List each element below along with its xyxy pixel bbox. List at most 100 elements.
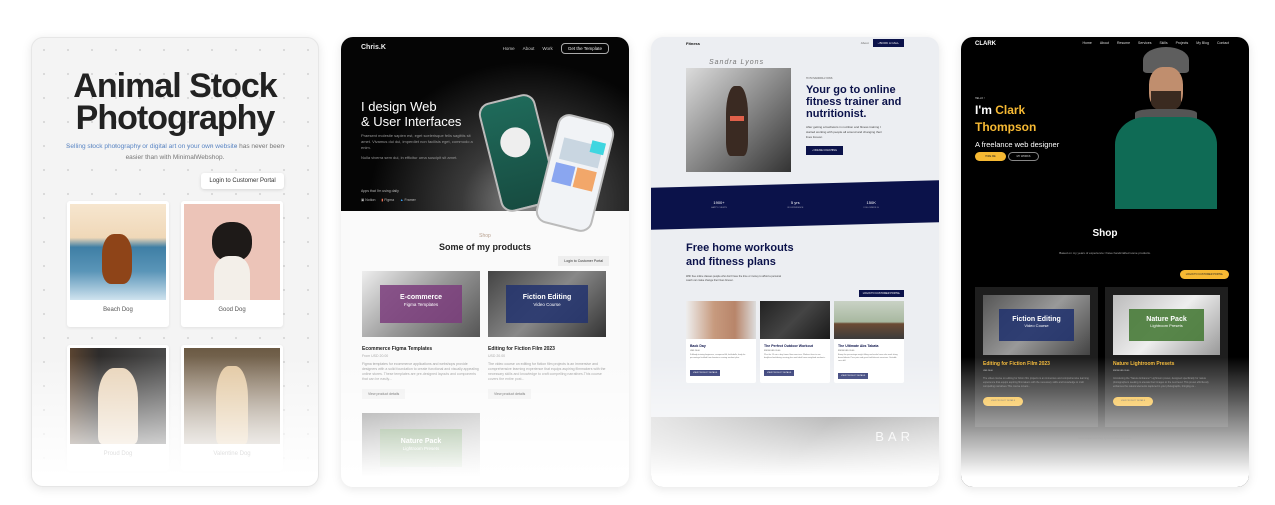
login-button[interactable]: Login to Customer Portal <box>201 173 284 189</box>
product-card[interactable]: Proud Dog <box>67 345 169 471</box>
product-card[interactable]: Nature Pack Lightroom Presets <box>362 413 480 483</box>
template-card-fitness[interactable]: Fitness About › BOOK A CALL Sandra Lyons… <box>651 37 939 487</box>
workout-card[interactable]: The Ultimate Abs Tabata FROM USD 20.00 B… <box>834 301 904 383</box>
nav-about[interactable]: About <box>1100 41 1109 45</box>
product-price: FROM USD 20.00 <box>1113 370 1130 372</box>
get-template-button[interactable]: Get the Template <box>560 43 609 54</box>
nav-home[interactable]: Home <box>1082 41 1091 45</box>
hero-paragraph-2: Nulla viverra sem dui, in efficitur urna… <box>361 155 458 160</box>
hero-title: I'm Clark Thompson <box>975 103 1037 134</box>
nav-contact[interactable]: Contact <box>1217 41 1229 45</box>
book-call-button[interactable]: › BOOK A CALL <box>872 39 904 47</box>
view-product-button[interactable]: View product details <box>488 389 532 399</box>
nav-bar: Home About Resume Services Skills Projec… <box>1082 41 1229 45</box>
product-image: Nature Pack Lightroom Presets <box>362 413 480 483</box>
my-works-button[interactable]: MY WORKS <box>1008 152 1039 161</box>
product-caption: Proud Dog <box>103 451 133 457</box>
product-card[interactable]: Good Dog <box>181 201 283 327</box>
title-line-1: Animal Stock <box>73 67 277 105</box>
nav-about[interactable]: About <box>861 41 869 45</box>
product-image-good-dog <box>184 204 280 300</box>
title-line-2: Photography <box>75 99 276 137</box>
login-button[interactable]: LOGIN TO CUSTOMER PORTAL <box>858 290 904 297</box>
view-product-button[interactable]: VIEW PRODUCT DETAILS <box>690 370 721 376</box>
product-card[interactable]: Fiction Editing Video Course Editing for … <box>975 287 1098 427</box>
nav-home[interactable]: Home <box>503 46 515 51</box>
product-name[interactable]: Nature Lightroom Presets <box>1113 361 1174 367</box>
product-caption: Good Dog <box>218 307 246 313</box>
product-card[interactable]: Nature Pack Lightroom Presets Nature Ligh… <box>1105 287 1228 427</box>
nav-my-blog[interactable]: My Blog <box>1196 41 1209 45</box>
framer-icon: ▲ Framer <box>400 198 416 202</box>
page-title: Animal Stock Photography <box>32 67 318 137</box>
stat-item: 150K FOLLOWERS IG <box>863 200 879 209</box>
product-card[interactable]: E-commerce Figma Templates Ecommerce Figm… <box>362 271 480 400</box>
login-button[interactable]: LOGIN TO CUSTOMER PORTAL <box>1179 270 1229 279</box>
hero-title-line-2: & User Interfaces <box>361 114 462 129</box>
notion-icon: ▣ Notion <box>361 198 376 202</box>
hero-title: I design Web & User Interfaces <box>361 99 461 129</box>
product-overlay: Nature Pack Lightroom Presets <box>380 429 462 467</box>
nav-work[interactable]: Work <box>542 46 552 51</box>
nav-projects[interactable]: Projects <box>1176 41 1189 45</box>
stats-row: 1900+ HAPPY CLIENTS 5 yrs OF EXPERIENCE 15… <box>651 200 939 209</box>
product-card[interactable]: Valentine Dog <box>181 345 283 471</box>
view-product-button[interactable]: VIEW PRODUCT DETAILS <box>1113 397 1153 406</box>
stat-item: 1900+ HAPPY CLIENTS <box>711 200 727 209</box>
workout-description: Plus the 15 min a day home flow exercise… <box>764 354 826 359</box>
online-coaching-button[interactable]: › ONLINE COACHING <box>806 146 844 155</box>
login-button[interactable]: Login to Customer Portal <box>558 256 609 266</box>
nav-services[interactable]: Services <box>1138 41 1151 45</box>
section-text: With free online classes people who don'… <box>686 275 781 282</box>
product-price: USD 20.00 <box>983 370 993 372</box>
view-product-button[interactable]: VIEW PRODUCT DETAILS <box>764 370 795 376</box>
nav-about[interactable]: About <box>523 46 535 51</box>
product-image-proud-dog <box>70 348 166 444</box>
workout-name[interactable]: The Ultimate Abs Tabata <box>838 344 900 348</box>
product-image-beach-dog <box>70 204 166 300</box>
workout-image <box>686 301 756 339</box>
view-product-button[interactable]: VIEW PRODUCT DETAILS <box>838 373 869 379</box>
product-description: Introducing the "Nature Enhancer" Lightr… <box>1113 377 1209 388</box>
hero-photo <box>686 68 791 172</box>
apps-section: Apps that I'm using daily ▣ Notion ▮ Fig… <box>361 189 416 202</box>
product-description: The video course on editing for fiction … <box>488 362 606 381</box>
hire-me-button[interactable]: HIRE ME <box>975 152 1006 161</box>
product-name[interactable]: Editing for Fiction Film 2023 <box>983 361 1050 367</box>
hero-text: After getting a bachelors in nutrition a… <box>806 125 882 139</box>
workout-image <box>834 301 904 339</box>
product-description: The video course on editing for fiction … <box>983 377 1089 388</box>
apps-label: Apps that I'm using daily <box>361 189 399 193</box>
product-card[interactable]: Beach Dog <box>67 201 169 327</box>
logo[interactable]: Chris.K <box>361 44 386 51</box>
product-caption: Valentine Dog <box>213 451 251 457</box>
shop-label: Shop <box>479 233 491 239</box>
product-name[interactable]: Ecommerce Figma Templates <box>362 346 480 352</box>
product-price: From USD 20.00 <box>362 354 389 358</box>
hero-text: Praesent molestie sapien est, eget scele… <box>361 133 476 161</box>
workout-name[interactable]: Back Day <box>690 344 752 348</box>
template-card-animal-stock[interactable]: Animal Stock Photography Selling stock p… <box>31 37 319 487</box>
product-name[interactable]: Editing for Fiction Film 2023 <box>488 346 606 352</box>
bar-sign: BAR <box>875 429 914 444</box>
subtitle-link[interactable]: Selling stock photography or digital art… <box>66 143 237 150</box>
nav-skills[interactable]: Skills <box>1159 41 1167 45</box>
workout-card[interactable]: The Perfect Outdoor Workout FROM USD 20.… <box>760 301 830 383</box>
template-card-clark[interactable]: CLARK Home About Resume Services Skills … <box>961 37 1249 487</box>
view-product-button[interactable]: VIEW PRODUCT DETAILS <box>983 397 1023 406</box>
product-card[interactable]: Fiction Editing Video Course Editing for … <box>488 271 606 400</box>
view-product-button[interactable]: View product details <box>362 389 406 399</box>
product-price: USD 20.00 <box>488 354 506 358</box>
product-overlay: Fiction Editing Video Course <box>506 285 588 323</box>
logo[interactable]: Fitness <box>686 41 700 46</box>
nav-resume[interactable]: Resume <box>1117 41 1130 45</box>
logo[interactable]: CLARK <box>975 41 996 47</box>
workout-card[interactable]: Back Day USD 20.00 Fullbody training beg… <box>686 301 756 383</box>
template-card-chrisk[interactable]: Chris.K Home About Work Get the Template… <box>341 37 629 487</box>
workout-name[interactable]: The Perfect Outdoor Workout <box>764 344 826 348</box>
product-overlay: Nature Pack Lightroom Presets <box>1129 309 1204 341</box>
hero-title-line-1: I design Web <box>361 99 437 114</box>
nav-bar: About › BOOK A CALL <box>861 39 904 47</box>
figma-icon: ▮ Figma <box>381 198 395 202</box>
section-title: Some of my products <box>438 242 531 252</box>
